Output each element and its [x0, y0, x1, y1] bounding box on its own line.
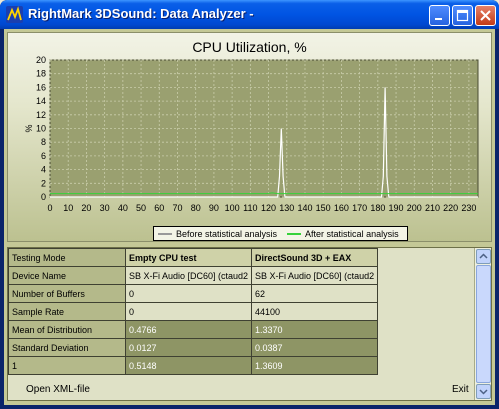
y-tick-label: 2: [41, 178, 46, 188]
legend-item-after: After statistical analysis: [287, 229, 399, 239]
table-cell[interactable]: SB X-Fi Audio [DC60] (ctaud2: [251, 266, 379, 285]
table-cell[interactable]: 0.0127: [124, 338, 253, 357]
x-tick-label: 130: [279, 203, 294, 213]
x-tick-label: 210: [425, 203, 440, 213]
exit-button[interactable]: Exit: [452, 384, 469, 395]
table-cell[interactable]: 0: [124, 302, 253, 321]
table-row: Mean of Distribution 0.4766 1.3370: [8, 320, 491, 339]
table-header-row: Testing Mode Empty CPU test DirectSound …: [8, 248, 491, 267]
y-tick-label: 12: [36, 110, 46, 120]
x-tick-label: 160: [334, 203, 349, 213]
scroll-thumb[interactable]: [476, 265, 491, 383]
arrow-down-icon: [479, 389, 488, 395]
x-tick-label: 30: [100, 203, 110, 213]
y-tick-label: 4: [41, 165, 46, 175]
x-tick-label: 200: [407, 203, 422, 213]
vertical-scrollbar[interactable]: [474, 248, 491, 400]
column-header-label[interactable]: Testing Mode: [8, 248, 126, 267]
y-tick-label: 6: [41, 151, 46, 161]
minimize-icon: [435, 18, 442, 20]
column-header-empty-cpu[interactable]: Empty CPU test: [124, 248, 253, 267]
x-tick-label: 10: [63, 203, 73, 213]
x-tick-label: 190: [389, 203, 404, 213]
legend-swatch-before: [158, 232, 172, 235]
chart-panel: CPU Utilization, % 0 2 4 6 8 10 12 14 16 18 20 0 10 2…: [7, 32, 492, 242]
maximize-button[interactable]: [452, 5, 473, 26]
x-tick-label: 170: [352, 203, 367, 213]
y-tick-label: 0: [41, 192, 46, 202]
table-row: 1 0.5148 1.3609: [8, 356, 491, 375]
table-cell[interactable]: 0: [124, 284, 253, 303]
y-tick-label: 18: [36, 69, 46, 79]
x-tick-label: 120: [261, 203, 276, 213]
row-header[interactable]: Standard Deviation: [8, 338, 126, 357]
x-tick-label: 180: [370, 203, 385, 213]
table-cell[interactable]: 62: [251, 284, 379, 303]
x-tick-label: 50: [136, 203, 146, 213]
results-table: Testing Mode Empty CPU test DirectSound …: [8, 248, 491, 375]
title-bar[interactable]: RightMark 3DSound: Data Analyzer -: [0, 0, 499, 29]
results-grid[interactable]: Testing Mode Empty CPU test DirectSound …: [7, 247, 492, 401]
y-tick-label: 8: [41, 137, 46, 147]
x-tick-label: 220: [443, 203, 458, 213]
minimize-button[interactable]: [429, 5, 450, 26]
column-header-ds3d-eax[interactable]: DirectSound 3D + EAX: [251, 248, 379, 267]
table-row: Standard Deviation 0.0127 0.0387: [8, 338, 491, 357]
legend-label-before: Before statistical analysis: [176, 228, 278, 239]
x-tick-label: 20: [81, 203, 91, 213]
close-icon: [480, 10, 491, 21]
window-title: RightMark 3DSound: Data Analyzer -: [28, 6, 254, 21]
close-button[interactable]: [475, 5, 496, 26]
x-tick-label: 230: [461, 203, 476, 213]
maximize-icon: [456, 9, 469, 22]
cpu-chart: 024681012141618200 10 20 30 40 50 60 70 80 90 100 1…: [24, 55, 479, 213]
app-window: RightMark 3DSound: Data Analyzer - CPU U…: [0, 0, 499, 409]
x-tick-label: 90: [209, 203, 219, 213]
table-cell[interactable]: 0.4766: [124, 320, 253, 339]
table-row: Number of Buffers 0 62: [8, 284, 491, 303]
row-header[interactable]: Device Name: [8, 266, 126, 285]
x-tick-label: 100: [225, 203, 240, 213]
x-tick-label: 110: [243, 203, 257, 213]
app-logo-icon: [6, 6, 23, 23]
table-cell[interactable]: 1.3609: [251, 356, 379, 375]
x-tick-label: 80: [191, 203, 201, 213]
x-tick-label: 0: [47, 203, 52, 213]
arrow-up-icon: [479, 253, 488, 259]
scroll-up-button[interactable]: [476, 249, 491, 264]
x-tick-label: 40: [118, 203, 128, 213]
table-cell[interactable]: 44100: [251, 302, 379, 321]
y-tick-label: 16: [36, 82, 46, 92]
y-tick-label: 14: [36, 96, 46, 106]
table-cell[interactable]: 0.5148: [124, 356, 253, 375]
table-cell[interactable]: 1.3370: [251, 320, 379, 339]
x-tick-label: 70: [172, 203, 182, 213]
table-row: Sample Rate 0 44100: [8, 302, 491, 321]
chart-legend: Before statistical analysis After statis…: [153, 226, 408, 241]
client-area: CPU Utilization, % 0 2 4 6 8 10 12 14 16 18 20 0 10 2…: [4, 29, 495, 405]
row-header[interactable]: Number of Buffers: [8, 284, 126, 303]
y-axis-label: %: [24, 124, 34, 132]
row-header[interactable]: Mean of Distribution: [8, 320, 126, 339]
y-tick-label: 10: [36, 124, 46, 134]
x-tick-label: 150: [316, 203, 331, 213]
table-cell[interactable]: SB X-Fi Audio [DC60] (ctaud2: [124, 266, 253, 285]
legend-label-after: After statistical analysis: [305, 228, 399, 239]
x-tick-label: 60: [154, 203, 164, 213]
legend-swatch-after: [287, 232, 302, 235]
table-cell[interactable]: 0.0387: [251, 338, 379, 357]
x-tick-label: 140: [297, 203, 312, 213]
table-row: Device Name SB X-Fi Audio [DC60] (ctaud2…: [8, 266, 491, 285]
open-xml-button[interactable]: Open XML-file: [26, 384, 90, 395]
scroll-down-button[interactable]: [476, 384, 491, 399]
row-header[interactable]: 1: [8, 356, 126, 375]
legend-item-before: Before statistical analysis: [158, 229, 277, 239]
y-tick-label: 20: [36, 55, 46, 65]
row-header[interactable]: Sample Rate: [8, 302, 126, 321]
